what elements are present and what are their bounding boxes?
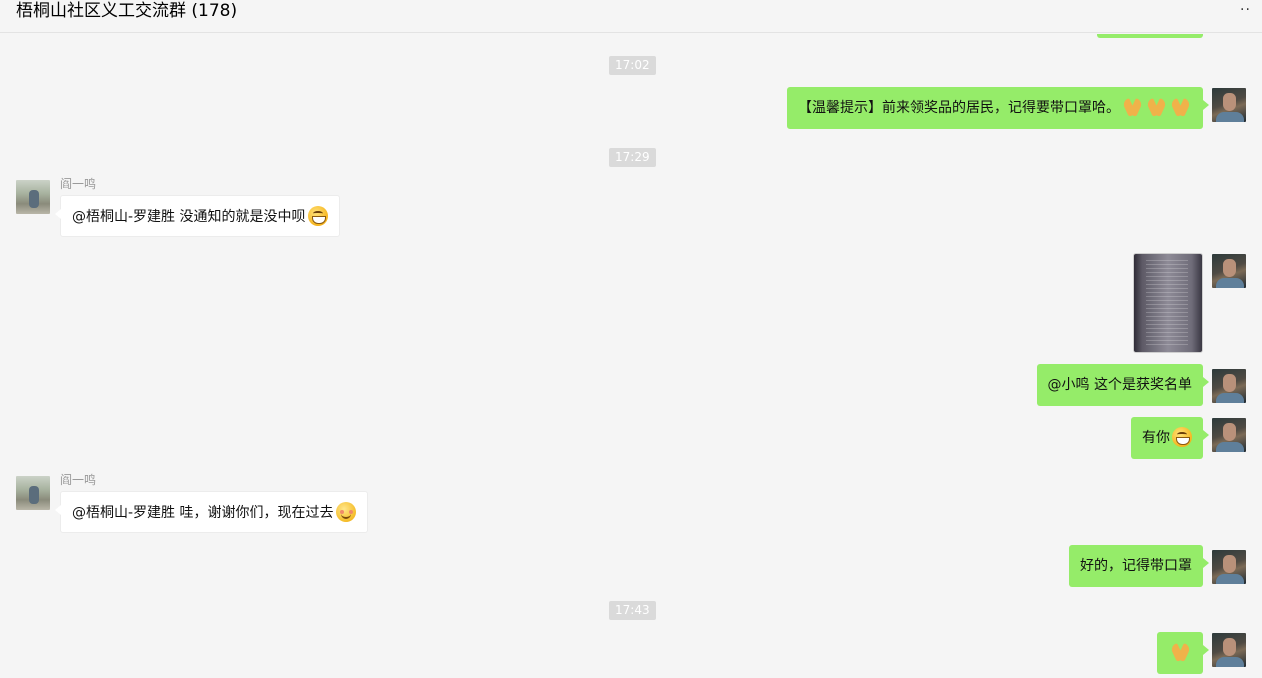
self-avatar[interactable] — [1212, 418, 1246, 452]
message-text: 有你 — [1142, 430, 1170, 446]
message-bubble-self[interactable]: 好的，记得带口罩 — [1069, 545, 1209, 587]
folded-hands-emoji-icon — [1122, 97, 1144, 117]
message-text: 【温馨提示】前来领奖品的居民，记得要带口罩哈。 — [798, 100, 1120, 116]
sender-avatar[interactable] — [16, 180, 50, 214]
folded-hands-emoji-icon — [1170, 97, 1192, 117]
message-text: 好的，记得带口罩 — [1080, 558, 1192, 574]
more-dots-icon[interactable]: ·· — [1240, 3, 1256, 17]
self-avatar[interactable] — [1212, 550, 1246, 584]
chat-title: 梧桐山社区义工交流群 (178) — [16, 1, 238, 21]
chat-window: 梧桐山社区义工交流群 (178) ·· 17:02 【温馨提示】前来领奖品的居民… — [0, 0, 1262, 678]
self-avatar[interactable] — [1212, 369, 1246, 403]
message-text: @梧桐山-罗建胜 哇，谢谢你们，现在过去 — [72, 505, 334, 521]
chat-header: 梧桐山社区义工交流群 (178) ·· — [0, 0, 1262, 33]
sender-name: 阎一鸣 — [60, 473, 97, 487]
message-bubble-other[interactable]: @梧桐山-罗建胜 哇，谢谢你们，现在过去 — [55, 491, 368, 533]
sender-name: 阎一鸣 — [60, 177, 97, 191]
grin-emoji-icon — [307, 206, 328, 226]
message-text: @小鸣 这个是获奖名单 — [1047, 377, 1192, 393]
message-bubble-self[interactable] — [1157, 632, 1209, 674]
self-avatar[interactable] — [1212, 254, 1246, 288]
self-avatar[interactable] — [1212, 633, 1246, 667]
timestamp: 17:02 — [609, 56, 656, 75]
message-bubble-self[interactable]: @小鸣 这个是获奖名单 — [1036, 364, 1210, 406]
message-text: @梧桐山-罗建胜 没通知的就是没中呗 — [72, 209, 306, 225]
message-bubble-other[interactable]: @梧桐山-罗建胜 没通知的就是没中呗 — [55, 195, 340, 237]
self-avatar[interactable] — [1212, 88, 1246, 122]
smile-emoji-icon — [335, 502, 356, 522]
timestamp: 17:29 — [609, 148, 656, 167]
folded-hands-emoji-icon — [1170, 642, 1192, 662]
message-list[interactable]: 17:02 【温馨提示】前来领奖品的居民，记得要带口罩哈。 17:29 阎一鸣 … — [0, 34, 1262, 678]
sender-avatar[interactable] — [16, 476, 50, 510]
image-message[interactable] — [1133, 253, 1203, 353]
message-bubble-self[interactable]: 【温馨提示】前来领奖品的居民，记得要带口罩哈。 — [787, 87, 1209, 129]
message-bubble-self[interactable]: 有你 — [1131, 417, 1209, 459]
grin-emoji-icon — [1172, 427, 1192, 447]
timestamp: 17:43 — [609, 601, 656, 620]
folded-hands-emoji-icon — [1146, 97, 1168, 117]
document-image-content — [1146, 260, 1188, 348]
partial-message-bubble — [1097, 34, 1203, 38]
